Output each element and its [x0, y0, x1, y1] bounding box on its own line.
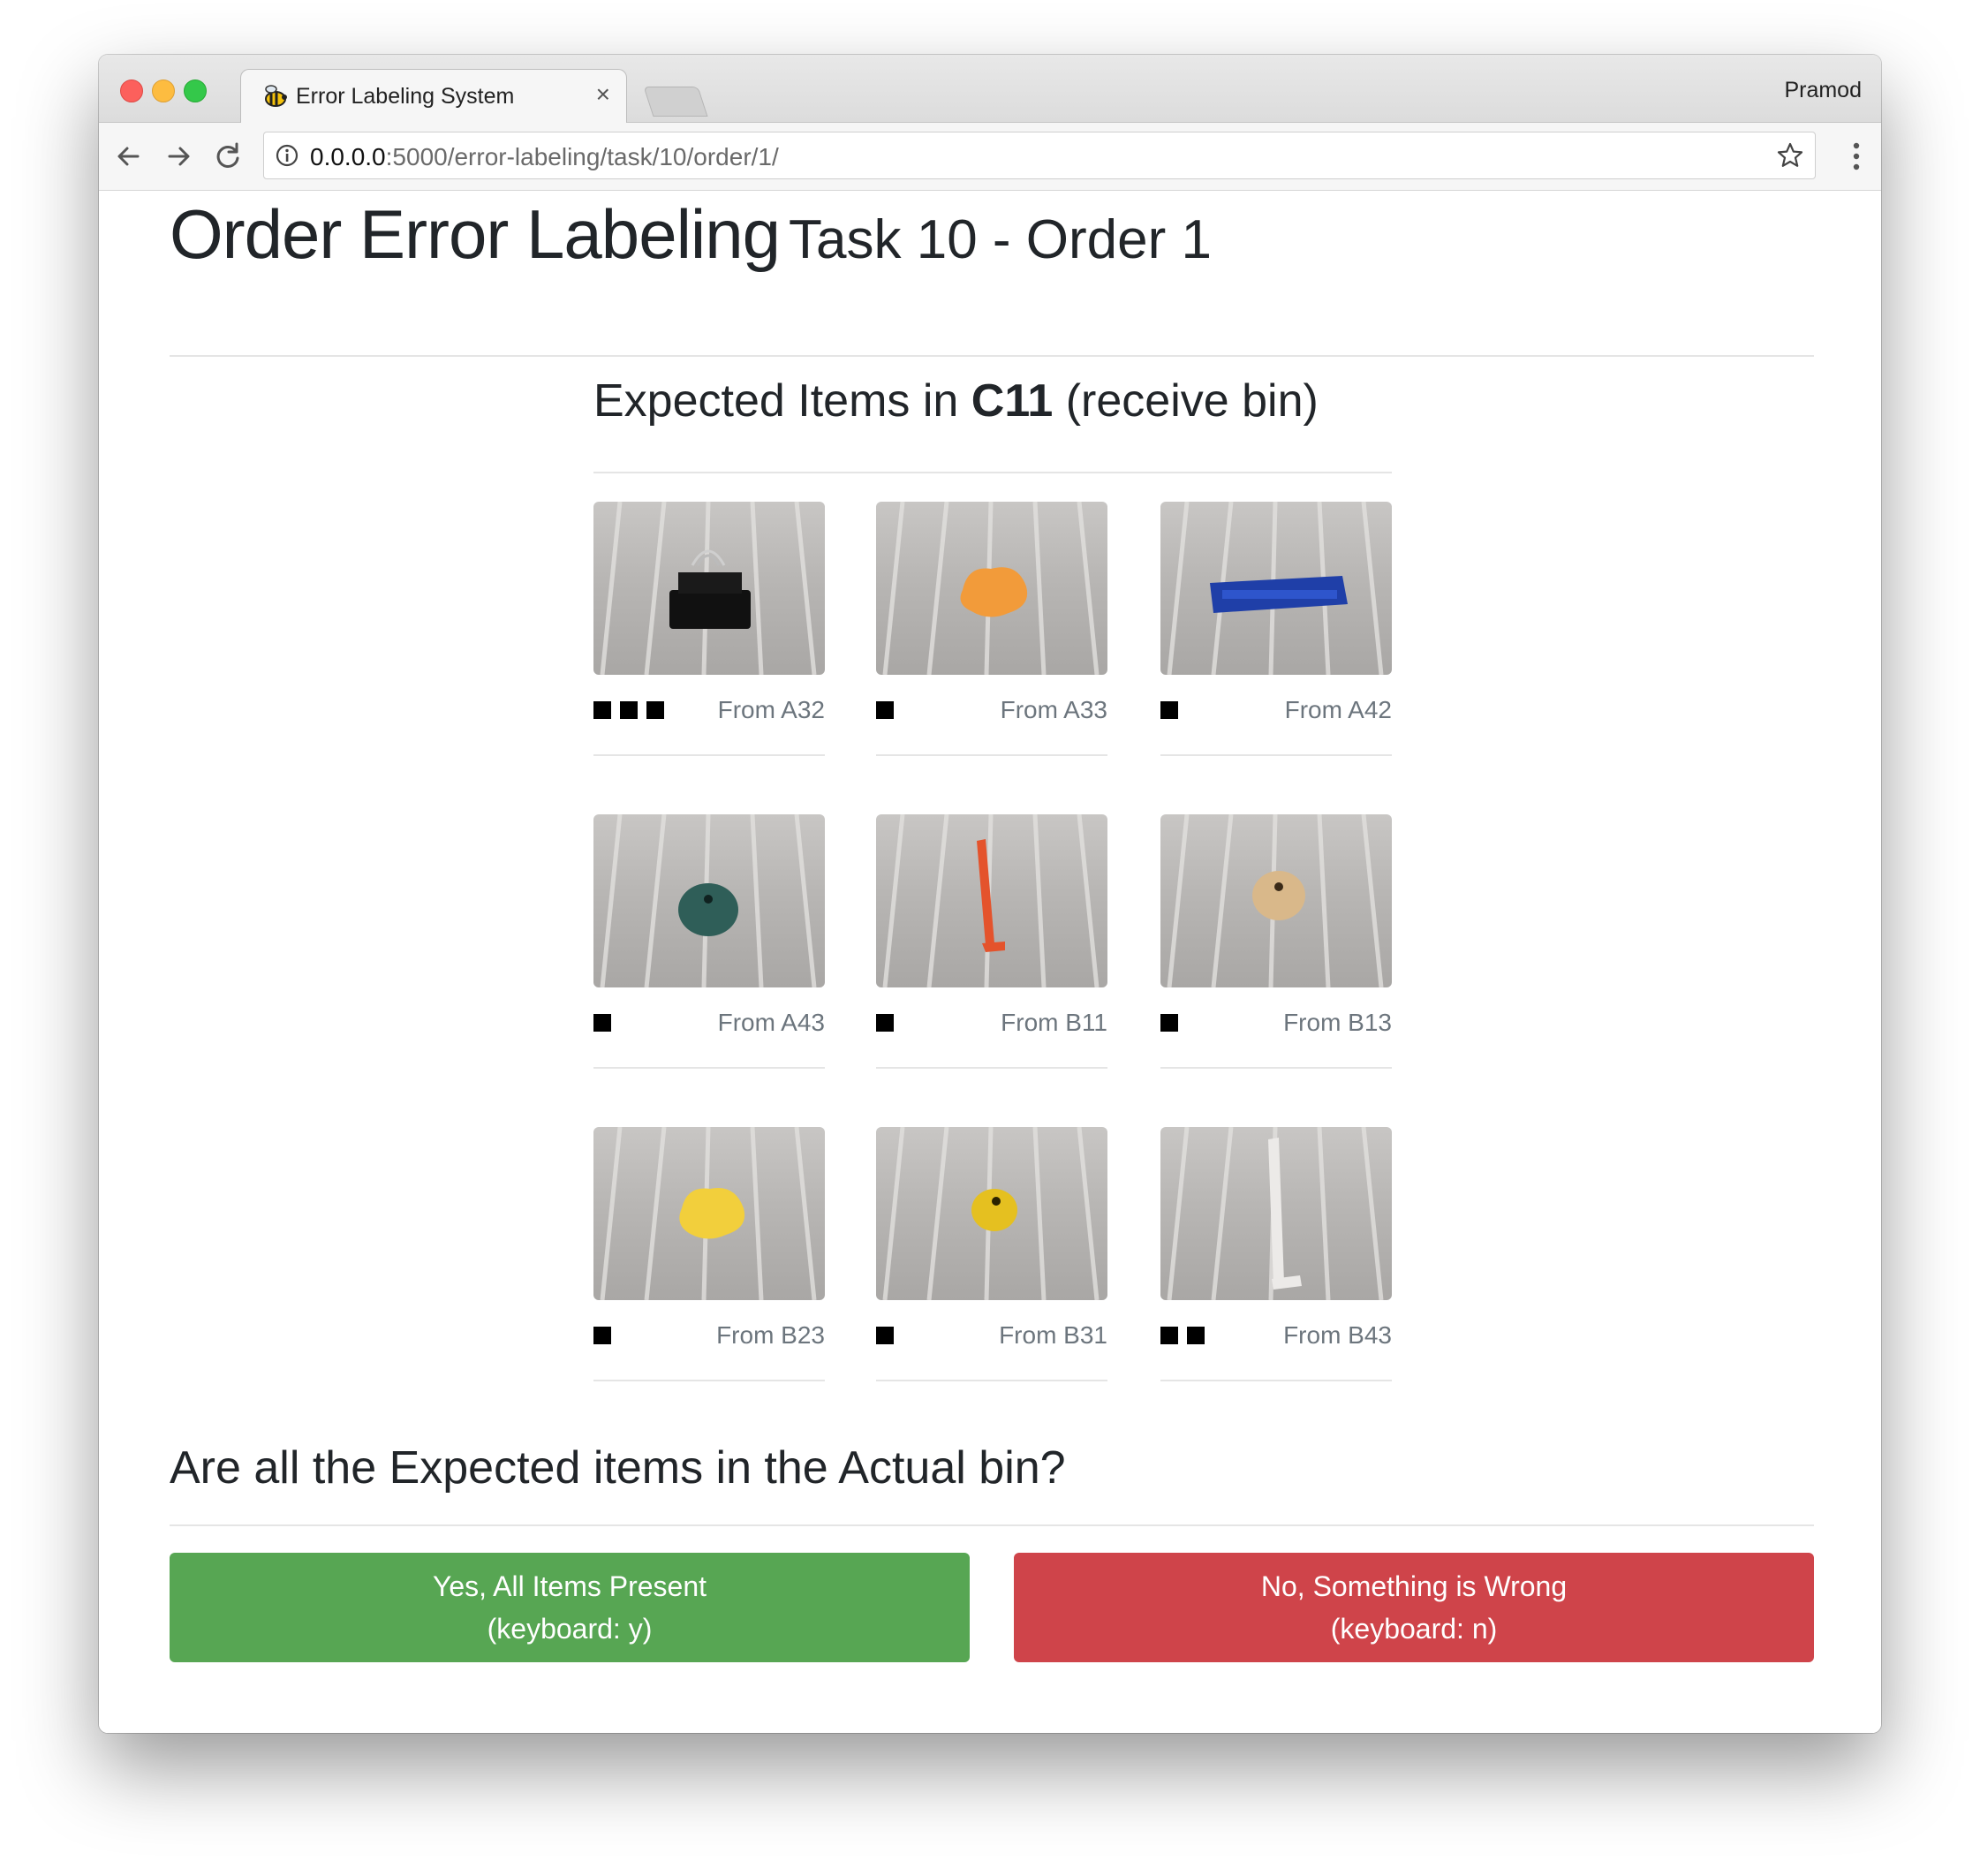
quantity-marks: [593, 1327, 611, 1346]
divider: [593, 1380, 825, 1381]
divider: [876, 754, 1107, 756]
quantity-marks: [593, 1014, 611, 1033]
no-button-hint: (keyboard: n): [1330, 1613, 1498, 1645]
item-card[interactable]: From A43: [593, 814, 825, 1070]
item-grid: From A32 From A33 From A42 From A43 From…: [593, 502, 1397, 1385]
divider: [1160, 754, 1392, 756]
page-content: Order Error Labeling Task 10 - Order 1 Ex…: [99, 191, 1881, 1733]
item-source: From A33: [1000, 696, 1107, 723]
tab-close-icon[interactable]: ×: [596, 82, 610, 107]
url-path: :5000/error-labeling/task/10/order/1/: [385, 143, 779, 170]
quantity-marks: [1160, 701, 1178, 721]
bee-favicon-icon: [261, 82, 289, 115]
item-photo[interactable]: [876, 814, 1107, 987]
divider: [876, 1380, 1107, 1381]
page-title: Order Error Labeling Task 10 - Order 1: [170, 194, 1212, 275]
item-card[interactable]: From A33: [876, 502, 1107, 758]
item-source: From B11: [1001, 1009, 1107, 1036]
reload-icon[interactable]: [210, 139, 246, 174]
item-card[interactable]: From B11: [876, 814, 1107, 1070]
item-source: From B43: [1283, 1321, 1392, 1349]
divider: [170, 355, 1814, 357]
yes-button-label: Yes, All Items Present: [432, 1570, 707, 1602]
expected-prefix: Expected Items in: [593, 375, 971, 427]
item-card[interactable]: From B23: [593, 1127, 825, 1383]
address-bar[interactable]: 0.0.0.0:5000/error-labeling/task/10/orde…: [263, 132, 1816, 179]
browser-tab[interactable]: Error Labeling System ×: [240, 69, 627, 124]
item-card[interactable]: From A42: [1160, 502, 1392, 758]
quantity-marks: [876, 1014, 894, 1033]
tab-bar: Error Labeling System × Pramod: [99, 55, 1881, 124]
item-source: From A32: [717, 696, 825, 723]
item-card[interactable]: From B13: [1160, 814, 1392, 1070]
profile-name[interactable]: Pramod: [1784, 78, 1862, 103]
divider: [593, 754, 825, 756]
browser-toolbar: 0.0.0.0:5000/error-labeling/task/10/orde…: [99, 123, 1881, 191]
divider: [876, 1067, 1107, 1069]
divider: [593, 472, 1392, 473]
item-source: From B31: [999, 1321, 1107, 1349]
item-photo[interactable]: [593, 814, 825, 987]
item-photo[interactable]: [1160, 1127, 1392, 1300]
item-card[interactable]: From A32: [593, 502, 825, 758]
yes-button-hint: (keyboard: y): [487, 1613, 653, 1645]
item-card[interactable]: From B31: [876, 1127, 1107, 1383]
forward-arrow-icon[interactable]: [161, 139, 196, 174]
item-photo[interactable]: [876, 1127, 1107, 1300]
no-button-label: No, Something is Wrong: [1260, 1570, 1568, 1602]
divider: [1160, 1380, 1392, 1381]
quantity-marks: [876, 1327, 894, 1346]
new-tab-button[interactable]: [643, 87, 708, 117]
expected-items-heading: Expected Items in C11 (receive bin): [593, 374, 1319, 427]
close-window-button[interactable]: [120, 79, 143, 102]
divider: [1160, 1067, 1392, 1069]
item-source: From A42: [1284, 696, 1392, 723]
item-photo[interactable]: [593, 502, 825, 675]
item-source: From B13: [1283, 1009, 1392, 1036]
divider: [170, 1524, 1814, 1526]
yes-all-present-button[interactable]: Yes, All Items Present (keyboard: y): [170, 1553, 970, 1662]
zoom-window-button[interactable]: [184, 79, 207, 102]
url-text[interactable]: 0.0.0.0:5000/error-labeling/task/10/orde…: [310, 143, 779, 171]
quantity-marks: [593, 701, 664, 721]
item-photo[interactable]: [1160, 502, 1392, 675]
quantity-marks: [1160, 1327, 1205, 1346]
bin-id: C11: [971, 375, 1054, 427]
quantity-marks: [876, 701, 894, 721]
no-something-wrong-button[interactable]: No, Something is Wrong (keyboard: n): [1014, 1553, 1814, 1662]
page-subtitle: Task 10 - Order 1: [789, 209, 1212, 270]
minimize-window-button[interactable]: [152, 79, 175, 102]
back-arrow-icon[interactable]: [111, 139, 147, 174]
page-title-main: Order Error Labeling: [170, 195, 781, 273]
more-menu-icon[interactable]: [1851, 139, 1862, 178]
item-photo[interactable]: [593, 1127, 825, 1300]
item-source: From B23: [716, 1321, 825, 1349]
tab-title: Error Labeling System: [296, 84, 515, 109]
quantity-marks: [1160, 1014, 1178, 1033]
item-photo[interactable]: [876, 502, 1107, 675]
browser-window: Error Labeling System × Pramod 0.0.0.0:5…: [99, 55, 1881, 1733]
item-photo[interactable]: [1160, 814, 1392, 987]
url-host: 0.0.0.0: [310, 143, 386, 170]
expected-suffix: (receive bin): [1053, 375, 1319, 427]
info-icon[interactable]: [275, 143, 299, 172]
question-heading: Are all the Expected items in the Actual…: [170, 1442, 1066, 1494]
divider: [593, 1067, 825, 1069]
bookmark-star-icon[interactable]: [1776, 141, 1804, 174]
item-source: From A43: [717, 1009, 825, 1036]
item-card[interactable]: From B43: [1160, 1127, 1392, 1383]
